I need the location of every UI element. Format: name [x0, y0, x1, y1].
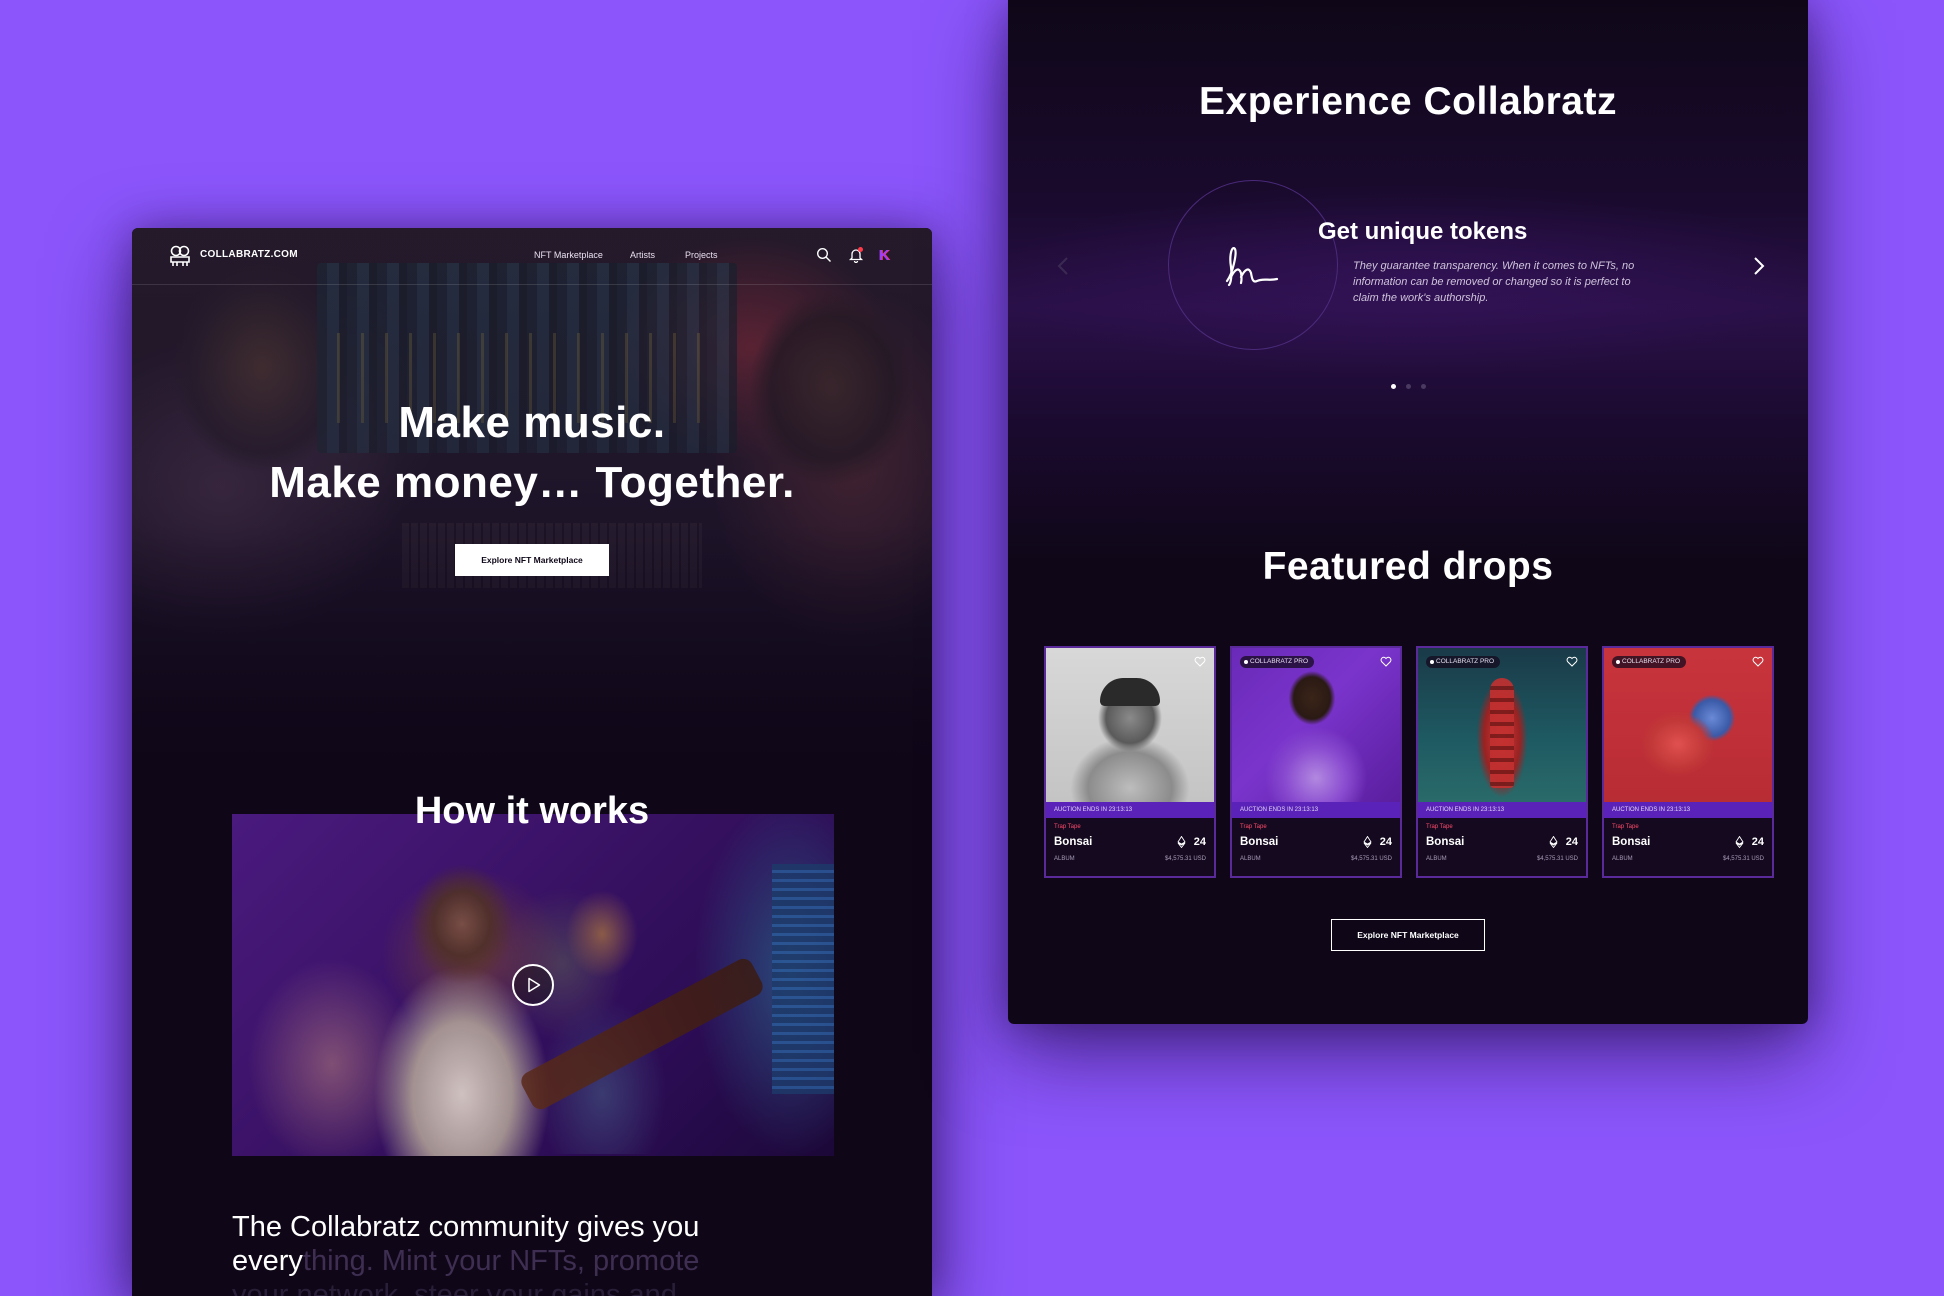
nav-item-nft-marketplace[interactable]: NFT Marketplace — [534, 250, 603, 260]
token-illustration — [1168, 180, 1338, 350]
user-avatar[interactable]: K — [877, 247, 891, 265]
drop-card-artwork — [1604, 648, 1772, 802]
drop-card-type: ALBUM — [1612, 856, 1633, 862]
drop-card-usd: $4,575.31 USD — [1536, 856, 1578, 862]
artwork-mask-shape — [1490, 678, 1514, 788]
drop-card-artwork — [1046, 648, 1214, 802]
drop-card-title: Bonsai — [1426, 836, 1465, 848]
play-button[interactable] — [512, 964, 554, 1006]
auction-timer: AUCTION ENDS IN 23:13:13 — [1232, 802, 1400, 818]
drop-card-tag: Trap Tape — [1612, 824, 1639, 830]
logo-icon[interactable] — [168, 245, 192, 267]
drop-card[interactable]: AUCTION ENDS IN 23:13:13 Trap Tape Bonsa… — [1044, 646, 1216, 878]
drop-card-usd: $4,575.31 USD — [1722, 856, 1764, 862]
top-navigation: COLLABRATZ.COM NFT Marketplace Artists P… — [132, 228, 932, 285]
drop-card-title: Bonsai — [1612, 836, 1651, 848]
pro-badge: COLLABRATZ PRO — [1612, 656, 1687, 668]
landing-page-mockup: COLLABRATZ.COM NFT Marketplace Artists P… — [132, 228, 932, 1296]
pro-badge: COLLABRATZ PRO — [1426, 656, 1501, 668]
drop-card[interactable]: COLLABRATZ PRO AUCTION ENDS IN 23:13:13 … — [1416, 646, 1588, 878]
drop-card-artwork — [1418, 648, 1586, 802]
auction-timer: AUCTION ENDS IN 23:13:13 — [1604, 802, 1772, 818]
artwork-cap-shape — [1100, 678, 1160, 706]
notification-badge — [858, 247, 863, 252]
experience-title: Experience Collabratz — [1199, 80, 1617, 123]
carousel-next-arrow-icon[interactable] — [1748, 254, 1768, 278]
drop-card-price: 24 — [1565, 836, 1578, 848]
drop-card-title: Bonsai — [1240, 836, 1279, 848]
favorite-heart-icon[interactable] — [1380, 656, 1392, 667]
how-it-works-video[interactable] — [232, 814, 834, 1156]
signature-icon — [1225, 247, 1279, 287]
carousel-pagination — [1391, 384, 1431, 390]
search-icon[interactable] — [816, 247, 832, 263]
drop-card-tag: Trap Tape — [1426, 824, 1453, 830]
carousel-dot-2[interactable] — [1406, 384, 1411, 389]
drop-card-artwork — [1232, 648, 1400, 802]
community-text-fading: thing. Mint your NFTs, promote — [302, 1245, 700, 1277]
drop-card[interactable]: COLLABRATZ PRO AUCTION ENDS IN 23:13:13 … — [1602, 646, 1774, 878]
drop-card-type: ALBUM — [1054, 856, 1075, 862]
token-slide-description: They guarantee transparency. When it com… — [1353, 260, 1635, 304]
drop-card-usd: $4,575.31 USD — [1350, 856, 1392, 862]
drop-card-usd: $4,575.31 USD — [1164, 856, 1206, 862]
drop-card-title: Bonsai — [1054, 836, 1093, 848]
featured-drops-title: Featured drops — [1262, 545, 1554, 588]
ethereum-icon — [1549, 836, 1558, 848]
community-text-faded: your network, steer your gains and — [232, 1279, 677, 1296]
how-it-works-title: How it works — [414, 790, 650, 832]
carousel-dot-1[interactable] — [1391, 384, 1396, 389]
favorite-heart-icon[interactable] — [1752, 656, 1764, 667]
hero-headline-line2: Make money… Together. — [269, 458, 795, 507]
ethereum-icon — [1177, 836, 1186, 848]
explore-marketplace-outline-button[interactable]: Explore NFT Marketplace — [1331, 919, 1485, 951]
carousel-dot-3[interactable] — [1421, 384, 1426, 389]
community-paragraph: The Collabratz community gives you every… — [232, 1210, 832, 1296]
drop-card-price: 24 — [1379, 836, 1392, 848]
drop-card[interactable]: COLLABRATZ PRO AUCTION ENDS IN 23:13:13 … — [1230, 646, 1402, 878]
nav-item-artists[interactable]: Artists — [630, 250, 655, 260]
auction-timer: AUCTION ENDS IN 23:13:13 — [1046, 802, 1214, 818]
explore-marketplace-button[interactable]: Explore NFT Marketplace — [455, 544, 609, 576]
drop-card-tag: Trap Tape — [1240, 824, 1267, 830]
carousel-prev-arrow-icon[interactable] — [1054, 254, 1074, 278]
play-icon — [528, 977, 541, 993]
favorite-heart-icon[interactable] — [1566, 656, 1578, 667]
nav-item-projects[interactable]: Projects — [685, 250, 718, 260]
drop-card-price: 24 — [1193, 836, 1206, 848]
features-page-mockup: Experience Collabratz Get unique tokens … — [1008, 0, 1808, 1024]
drop-card-price: 24 — [1751, 836, 1764, 848]
ethereum-icon — [1735, 836, 1744, 848]
auction-timer: AUCTION ENDS IN 23:13:13 — [1418, 802, 1586, 818]
ethereum-icon — [1363, 836, 1372, 848]
hero-headline-line1: Make music. — [398, 398, 666, 447]
drop-card-type: ALBUM — [1426, 856, 1447, 862]
drop-card-type: ALBUM — [1240, 856, 1261, 862]
drop-card-tag: Trap Tape — [1054, 824, 1081, 830]
token-slide-title: Get unique tokens — [1318, 218, 1528, 245]
pro-badge: COLLABRATZ PRO — [1240, 656, 1315, 668]
hero-section: COLLABRATZ.COM NFT Marketplace Artists P… — [132, 228, 932, 768]
video-monitor-bg — [772, 864, 834, 1094]
favorite-heart-icon[interactable] — [1194, 656, 1206, 667]
logo-text[interactable]: COLLABRATZ.COM — [200, 249, 298, 260]
